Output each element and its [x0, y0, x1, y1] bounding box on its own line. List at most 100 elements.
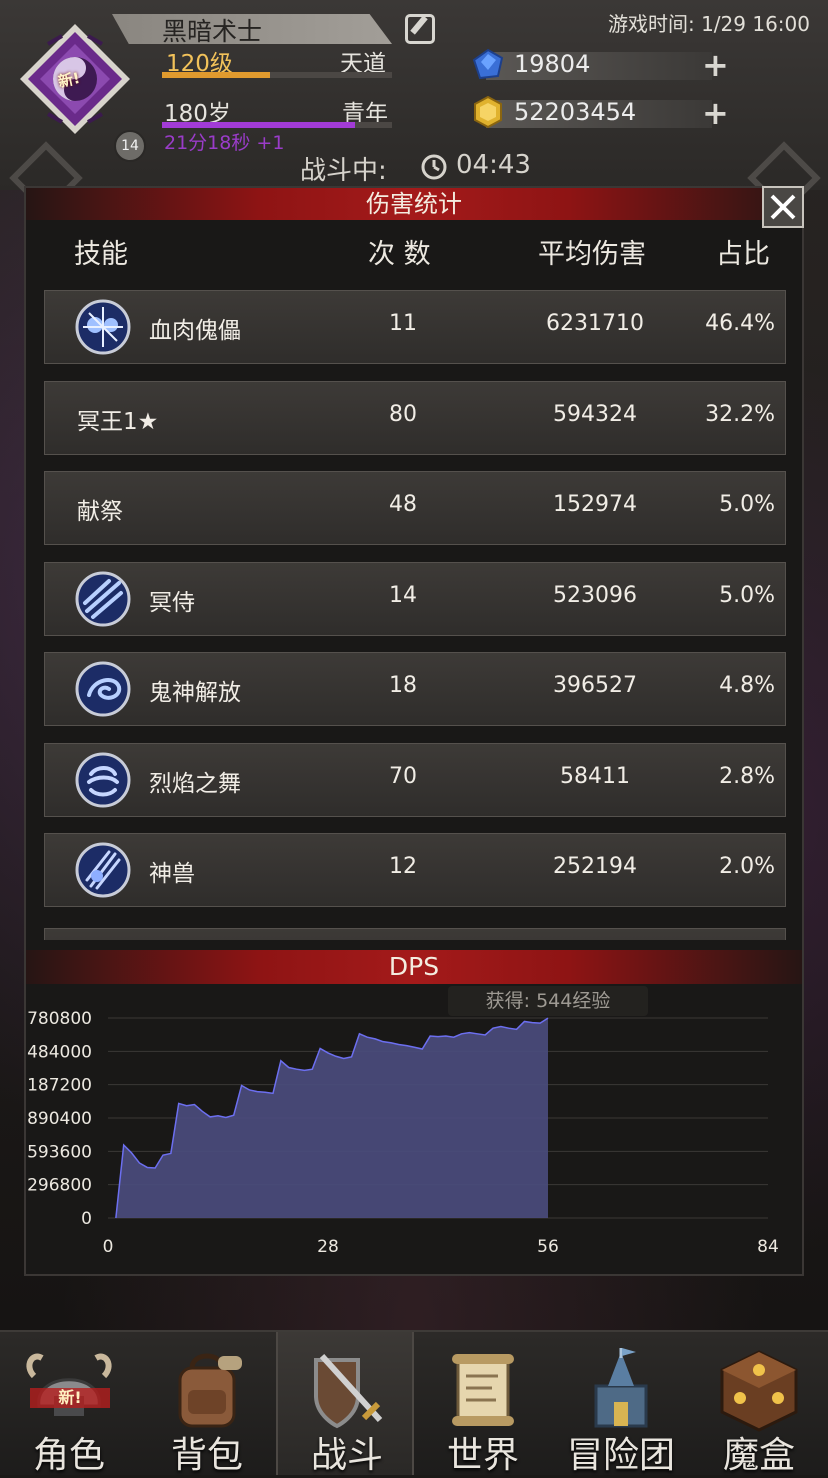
character-name: 黑暗术士 [162, 17, 263, 46]
scroll-map-icon [452, 1354, 514, 1426]
skill-share: 46.4% [705, 311, 775, 336]
skill-count: 12 [389, 854, 417, 879]
dps-title: DPS [388, 952, 440, 981]
castle-icon [594, 1348, 648, 1428]
battle-timer: 04:43 [456, 150, 531, 180]
burst-icon [75, 299, 131, 355]
gem-count: 19804 [514, 50, 591, 78]
skill-count: 11 [389, 311, 417, 336]
table-row[interactable]: 冥王1★ 80 594324 32.2% [44, 381, 786, 455]
nav-tab-bag[interactable]: 背包 [138, 1332, 276, 1476]
column-header-skill: 技能 [74, 239, 128, 270]
skill-name: 血肉傀儡 [149, 318, 241, 344]
skill-share: 2.8% [719, 764, 775, 789]
x-tick-label: 84 [757, 1237, 779, 1257]
skill-name: 神兽 [149, 861, 195, 887]
skill-count: 80 [389, 402, 417, 427]
skill-share: 4.8% [719, 673, 775, 698]
nav-tab-adventure-team[interactable]: 冒险团 [552, 1332, 690, 1476]
nav-label: 冒险团 [566, 1435, 675, 1476]
add-gems-button[interactable]: + [702, 46, 729, 84]
slash-icon [75, 571, 131, 627]
y-tick-label: 1780800 [26, 1009, 92, 1029]
table-row[interactable]: 冥侍 14 523096 5.0% [44, 562, 786, 636]
game-time: 游戏时间: 1/29 16:00 [607, 12, 810, 36]
skill-share: 5.0% [719, 583, 775, 608]
age-timer: 21分18秒 +1 [164, 132, 285, 154]
table-row[interactable]: 神兽 12 252194 2.0% [44, 833, 786, 907]
damage-stats-panel: 伤害统计 技能 次 数 平均伤害 占比 血肉傀儡 11 6231710 46.4… [24, 186, 804, 1276]
column-header-avg-damage: 平均伤害 [538, 239, 646, 270]
gold-resource: 52203454 + [472, 94, 729, 132]
close-button[interactable] [762, 186, 804, 228]
skill-name: 冥王1★ [77, 409, 159, 435]
gem-resource: 19804 + [472, 46, 729, 84]
skill-damage-list[interactable]: 血肉傀儡 11 6231710 46.4% 冥王1★ 80 594324 32.… [44, 290, 786, 940]
table-row[interactable] [44, 928, 786, 940]
skill-avg-damage: 594324 [553, 402, 637, 427]
skill-count: 70 [389, 764, 417, 789]
clock-icon [421, 154, 447, 180]
nav-tab-battle[interactable]: 战斗 [276, 1332, 414, 1476]
nav-label: 战斗 [310, 1435, 383, 1476]
skill-avg-damage: 58411 [560, 764, 630, 789]
avatar-new-badge: 新! [56, 68, 82, 92]
column-header-share: 占比 [716, 239, 770, 270]
battle-status-label: 战斗中: [300, 156, 387, 186]
avatar-level-badge: 14 [114, 130, 146, 162]
gold-count: 52203454 [514, 98, 637, 126]
skill-count: 14 [389, 583, 417, 608]
skill-name: 烈焰之舞 [149, 771, 241, 797]
table-row[interactable]: 烈焰之舞 70 58411 2.8% [44, 743, 786, 817]
gold-coin-icon [474, 96, 502, 128]
skill-avg-damage: 6231710 [546, 311, 644, 336]
nav-label: 魔盒 [722, 1435, 795, 1476]
bottom-nav: 新! 角色 背包 战斗 世界 冒险团 魔盒 [0, 1330, 828, 1476]
x-tick-label: 56 [537, 1237, 559, 1257]
y-tick-label: 0 [81, 1209, 92, 1229]
table-row[interactable]: 献祭 48 152974 5.0% [44, 471, 786, 545]
y-tick-label: 1187200 [26, 1076, 92, 1096]
column-header-count: 次 数 [368, 239, 431, 270]
skill-avg-damage: 152974 [553, 492, 637, 517]
y-tick-label: 296800 [27, 1176, 92, 1196]
table-row[interactable]: 鬼神解放 18 396527 4.8% [44, 652, 786, 726]
character-header: 新! 14 黑暗术士 120级 天道 180岁 青年 21分18秒 +1 游戏时… [0, 0, 828, 215]
nav-label: 世界 [446, 1435, 519, 1476]
nav-tab-world[interactable]: 世界 [414, 1332, 552, 1476]
x-tick-label: 28 [317, 1237, 339, 1257]
blue-gem-icon [472, 48, 504, 80]
sword-shield-icon [314, 1353, 383, 1429]
skill-name: 献祭 [77, 499, 123, 525]
nav-tab-character[interactable]: 新! 角色 [0, 1332, 138, 1476]
skill-count: 48 [389, 492, 417, 517]
dps-chart: 0 296800 593600 890400 1187200 1484000 1780800… [26, 1009, 779, 1257]
mystery-cube-icon [720, 1350, 798, 1432]
close-icon [770, 194, 796, 220]
add-gold-button[interactable]: + [702, 94, 729, 132]
skill-share: 5.0% [719, 492, 775, 517]
vortex-icon [75, 661, 131, 717]
dps-area [115, 1018, 548, 1218]
skill-name: 鬼神解放 [149, 680, 241, 706]
skill-avg-damage: 396527 [553, 673, 637, 698]
skill-avg-damage: 523096 [553, 583, 637, 608]
swirl-icon [75, 752, 131, 808]
nav-new-badge: 新! [30, 1388, 110, 1408]
skill-share: 32.2% [705, 402, 775, 427]
edit-name-icon[interactable] [405, 14, 435, 44]
avatar[interactable]: 新! 14 [18, 22, 146, 162]
y-tick-label: 890400 [27, 1109, 92, 1129]
claw-icon [75, 842, 131, 898]
table-row[interactable]: 血肉傀儡 11 6231710 46.4% [44, 290, 786, 364]
backpack-icon [178, 1353, 242, 1428]
nav-tab-magic-box[interactable]: 魔盒 [690, 1332, 828, 1476]
x-tick-label: 0 [103, 1237, 114, 1257]
skill-count: 18 [389, 673, 417, 698]
panel-title: 伤害统计 [366, 190, 462, 218]
y-tick-label: 593600 [27, 1142, 92, 1162]
skill-name: 冥侍 [149, 590, 195, 616]
level-progress-bar [162, 72, 392, 78]
y-tick-label: 1484000 [26, 1042, 92, 1062]
nav-label: 背包 [170, 1435, 243, 1476]
